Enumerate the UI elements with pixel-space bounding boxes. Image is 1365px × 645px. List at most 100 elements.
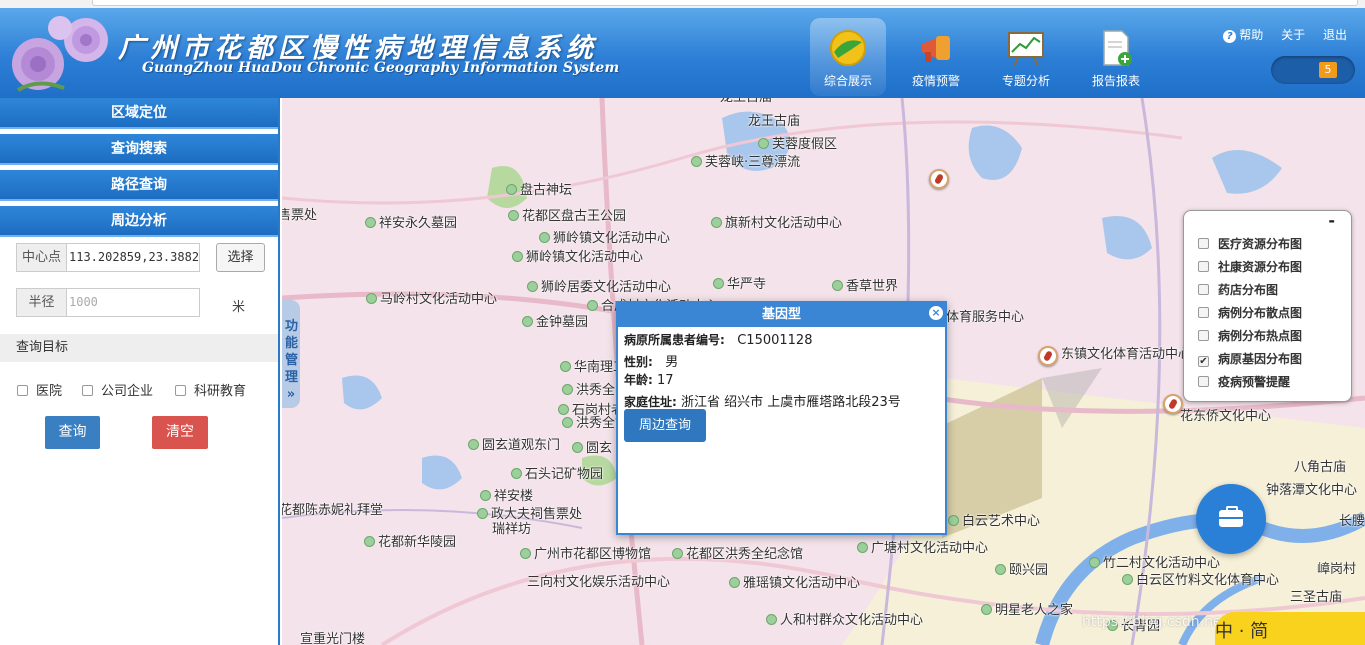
layer-pathogen-gene[interactable]: ✔ 病原基因分布图	[1198, 350, 1302, 367]
close-icon[interactable]: ×	[929, 306, 943, 320]
map-label: 狮岭镇文化活动中心	[539, 227, 670, 246]
map-label: 香草世界	[832, 275, 898, 294]
map-label: 花都新华陵园	[364, 531, 456, 550]
expand-arrow-icon: »	[286, 387, 296, 402]
gene-case-marker[interactable]	[929, 169, 949, 189]
map-label: 明星老人之家	[981, 599, 1073, 618]
target-label: 医院	[36, 384, 63, 399]
map-label: 钟落潭文化中心	[1266, 483, 1358, 498]
map-label: 三圣古庙	[1290, 590, 1343, 605]
map-label: 颐兴园	[995, 559, 1048, 578]
layer-panel: - 医疗资源分布图 社康资源分布图 药店分布图 病例分布散点图 病例分布热点图 …	[1183, 210, 1352, 402]
toolbox-button[interactable]	[1196, 484, 1266, 554]
map-label: 石头记矿物园	[511, 463, 603, 482]
popup-age: 年龄: 17	[624, 373, 674, 388]
map-label: 龙王古庙	[720, 98, 772, 105]
radius-input[interactable]: 1000	[66, 288, 200, 317]
target-label: 公司企业	[101, 384, 154, 399]
nav-label: 综合展示	[823, 74, 872, 88]
toolbox-icon	[1219, 506, 1243, 527]
minimize-icon[interactable]: -	[1328, 211, 1335, 230]
map-label: 白云艺术中心	[948, 510, 1040, 529]
checkbox-icon	[82, 385, 93, 396]
center-point-label: 中心点	[16, 243, 66, 272]
checkbox-icon	[175, 385, 186, 396]
checkbox-icon	[1198, 307, 1209, 318]
nav-label: 专题分析	[1001, 74, 1050, 88]
nav-comprehensive[interactable]: 综合展示	[810, 18, 886, 96]
map-label: 售票处	[282, 208, 318, 223]
map-label: 狮岭居委文化活动中心	[527, 276, 671, 295]
map-label: 八角古庙	[1294, 460, 1347, 475]
target-hospital-checkbox[interactable]: 医院	[17, 380, 62, 399]
logout-link[interactable]: 退出	[1323, 28, 1347, 42]
address-bar[interactable]	[92, 0, 1358, 6]
checkbox-icon	[1198, 238, 1209, 249]
layer-case-scatter[interactable]: 病例分布散点图	[1198, 304, 1302, 321]
section-query-search[interactable]: 查询搜索	[0, 134, 278, 165]
checkbox-icon	[1198, 330, 1209, 341]
map-label: 祥安楼	[480, 485, 533, 504]
map-label: 洪秀全	[562, 379, 615, 398]
report-add-icon	[1103, 30, 1132, 66]
map-label: 旗新村文化活动中心	[711, 212, 842, 231]
function-manage-label: 功能管理	[285, 319, 299, 385]
map-label: 长腰	[1339, 514, 1365, 529]
popup-title: 基因型	[618, 303, 945, 327]
popup-sex: 性别: 男	[624, 355, 679, 370]
map-label: 嶂岗村	[1317, 562, 1357, 577]
radius-label: 半径	[16, 288, 66, 317]
map-label: 马岭村文化活动中心	[366, 288, 497, 307]
target-research-checkbox[interactable]: 科研教育	[175, 380, 246, 399]
help-link[interactable]: ? 帮助	[1223, 28, 1263, 43]
layer-medical-resources[interactable]: 医疗资源分布图	[1198, 235, 1302, 252]
nav-thematic-analysis[interactable]: 专题分析	[988, 18, 1064, 96]
map-label: 金钟墓园	[522, 311, 588, 330]
clear-button[interactable]: 清空	[152, 416, 208, 449]
top-links: ? 帮助 关于 退出	[1209, 26, 1347, 43]
map-label: 花都区洪秀全纪念馆	[672, 543, 803, 562]
map-label: 东镇文化体育活动中心	[1061, 347, 1192, 362]
layer-case-heatmap[interactable]: 病例分布热点图	[1198, 327, 1302, 344]
section-route-query[interactable]: 路径查询	[0, 170, 278, 201]
nav-epidemic-warning[interactable]: 疫情预警	[898, 18, 974, 96]
checkbox-icon	[1198, 261, 1209, 272]
section-region-locate[interactable]: 区域定位	[0, 98, 278, 129]
notification-badge: 5	[1319, 62, 1337, 78]
map-label: 花都区盘古王公园	[508, 205, 626, 224]
app-title-en: GuangZhou HuaDou Chronic Geography Infor…	[142, 60, 620, 76]
layer-epidemic-alert[interactable]: 疫病预警提醒	[1198, 373, 1290, 390]
map-label: 瑞祥坊	[492, 522, 532, 537]
gene-case-marker[interactable]	[1163, 394, 1183, 414]
choose-button[interactable]: 选择	[216, 243, 265, 272]
map-label: 人和村群众文化活动中心	[766, 609, 923, 628]
browser-strip	[0, 0, 1365, 8]
ime-toolbar[interactable]: 中 · 简	[1215, 612, 1365, 645]
center-point-row: 中心点 113.202859,23.38825	[16, 243, 200, 272]
checkbox-icon	[1198, 376, 1209, 387]
globe-icon	[830, 30, 866, 66]
chart-board-icon	[1008, 32, 1044, 67]
nav-label: 报告报表	[1091, 74, 1140, 88]
map-label: 白云区竹料文化体育中心	[1122, 569, 1279, 588]
about-link[interactable]: 关于	[1281, 28, 1305, 42]
help-icon: ?	[1223, 30, 1237, 43]
layer-community-health[interactable]: 社康资源分布图	[1198, 258, 1302, 275]
section-nearby-analysis[interactable]: 周边分析	[0, 206, 278, 237]
checkbox-icon	[1198, 284, 1209, 295]
query-button[interactable]: 查询	[45, 416, 100, 449]
notification-pill[interactable]: 5	[1271, 56, 1355, 84]
app-header: 广州市花都区慢性病地理信息系统 GuangZhou HuaDou Chronic…	[0, 8, 1365, 98]
ime-label: 中 · 简	[1215, 621, 1269, 642]
map-label: 圆玄道观东门	[468, 434, 560, 453]
nearby-query-button[interactable]: 周边查询	[624, 409, 706, 442]
layer-pharmacy[interactable]: 药店分布图	[1198, 281, 1278, 298]
nav-report[interactable]: 报告报表	[1078, 18, 1154, 96]
map-label: 芙蓉峡·三尊漂流	[691, 151, 800, 170]
function-manage-tab[interactable]: 功能管理 »	[282, 300, 300, 408]
map-label: 三向村文化娱乐活动中心	[527, 575, 671, 590]
center-point-input[interactable]: 113.202859,23.38825	[66, 243, 200, 272]
target-company-checkbox[interactable]: 公司企业	[82, 380, 153, 399]
gene-case-marker[interactable]	[1038, 346, 1058, 366]
map-label: 圆玄	[572, 437, 612, 456]
